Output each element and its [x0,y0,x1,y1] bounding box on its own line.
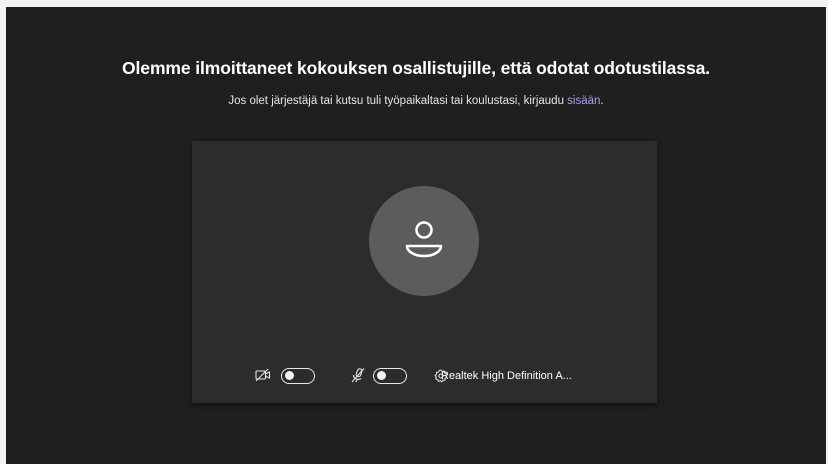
mic-toggle[interactable] [373,368,407,384]
lobby-heading: Olemme ilmoittaneet kokouksen osallistuj… [122,58,710,78]
audio-device-selector[interactable]: Realtek High Definition A... [434,366,572,386]
device-controls: Realtek High Definition A... [192,363,657,389]
audio-device-label: Realtek High Definition A... [441,370,572,382]
gear-icon [434,369,448,383]
sign-in-hint: Jos olet järjestäjä tai kutsu tuli työpa… [6,95,826,107]
camera-off-icon [255,368,271,382]
sign-in-link[interactable]: sisään [567,95,600,107]
camera-toggle[interactable] [281,368,315,384]
avatar [369,186,479,296]
camera-toggle-knob [285,371,294,380]
mic-toggle-knob [377,371,386,380]
person-icon [405,221,443,258]
sign-in-hint-suffix: . [600,95,604,107]
meeting-lobby: Olemme ilmoittaneet kokouksen osallistuj… [6,7,826,464]
sign-in-hint-text: Jos olet järjestäjä tai kutsu tuli työpa… [228,95,568,107]
mic-off-icon [350,367,366,383]
video-preview: Realtek High Definition A... [192,141,657,403]
